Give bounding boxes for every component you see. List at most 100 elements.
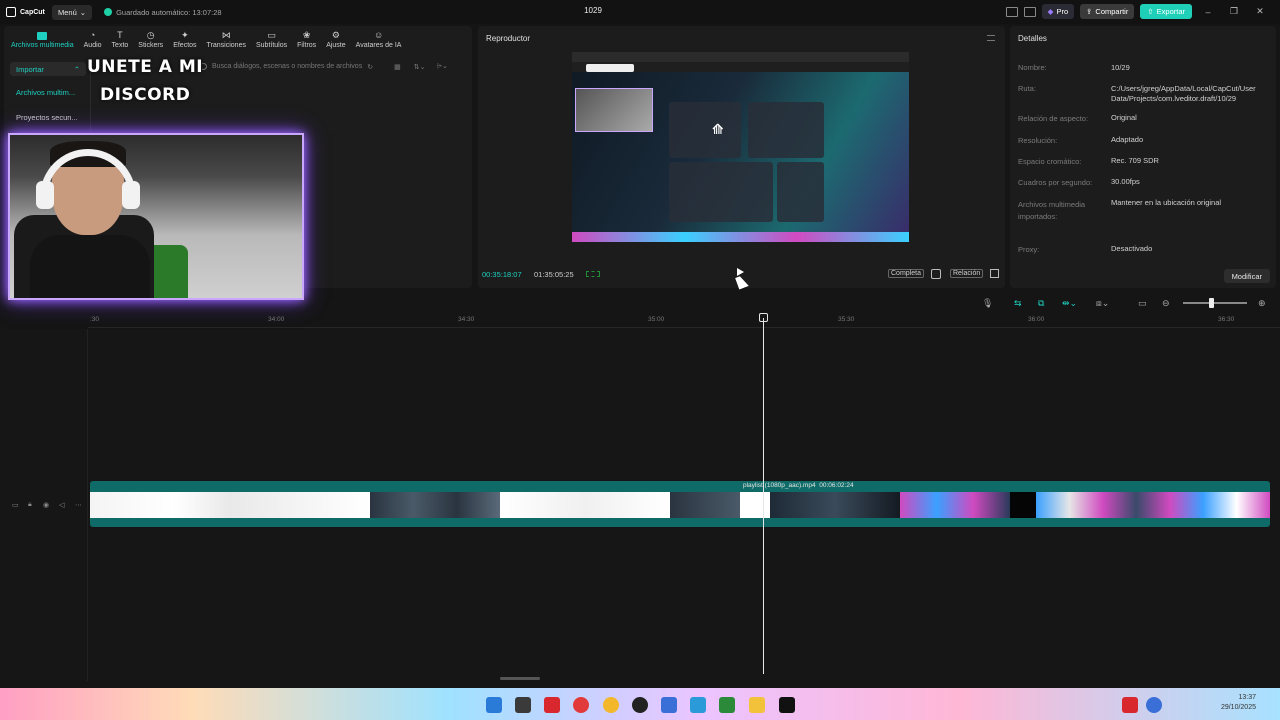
- full-quality-button[interactable]: Completa: [888, 269, 924, 278]
- filter-icon[interactable]: ⩥⌄: [436, 62, 447, 71]
- zoom-out-icon[interactable]: ⊖: [1162, 298, 1172, 308]
- detail-value: 10/29: [1111, 63, 1130, 72]
- pro-button[interactable]: ◆ Pro: [1041, 4, 1075, 19]
- fullscreen-icon[interactable]: [990, 269, 999, 278]
- preview-webcam: [575, 88, 653, 132]
- tab-filters[interactable]: ❀ Filtros: [292, 26, 321, 54]
- refresh-icon[interactable]: ↻: [367, 63, 373, 71]
- cover-icon[interactable]: ▭: [12, 501, 19, 509]
- app-icon[interactable]: [515, 697, 531, 713]
- snap-icon[interactable]: ⧉: [1038, 298, 1048, 308]
- menu-label: Menú: [58, 7, 77, 17]
- lock-icon[interactable]: 🔒︎: [28, 501, 32, 509]
- capcut-icon[interactable]: [779, 697, 795, 713]
- sidebar-item-media[interactable]: Archivos multim...: [10, 84, 86, 101]
- pro-label: Pro: [1056, 7, 1069, 16]
- menu-button[interactable]: Menú ⌄: [52, 4, 93, 20]
- crop-icon[interactable]: [931, 269, 941, 279]
- chrome-icon[interactable]: [603, 697, 619, 713]
- import-label: Importar: [16, 64, 44, 74]
- hamburger-menu-icon[interactable]: [987, 35, 995, 41]
- file-explorer-icon[interactable]: [749, 697, 765, 713]
- zoom-in-icon[interactable]: ⊕: [1258, 298, 1268, 308]
- obs-icon[interactable]: [632, 697, 648, 713]
- clip-frame: [900, 492, 1010, 518]
- grid-view-icon[interactable]: ▦: [394, 63, 401, 71]
- tab-label: Efectos: [173, 42, 197, 49]
- autosave-label: Guardado automático: 13:07:28: [116, 7, 222, 17]
- player-panel: Reproductor ⟰ 00:35:18:07 01:35:05:25 Co…: [478, 26, 1005, 290]
- windows-start-icon[interactable]: [486, 697, 502, 713]
- tab-text[interactable]: T Texto: [107, 26, 134, 54]
- maximize-icon[interactable]: ❐: [1224, 6, 1244, 17]
- app-icon[interactable]: [544, 697, 560, 713]
- tab-subtitles[interactable]: ▭ Subtítulos: [251, 26, 292, 54]
- clip-name: playlist (1080p_aac).mp4: [743, 482, 816, 489]
- tab-effects[interactable]: ✦ Efectos: [168, 26, 201, 54]
- timeline-ruler[interactable]: :30 34:00 34:30 35:00 35:30 36:00 36:30: [88, 314, 1280, 328]
- preview-browser-bar: [572, 52, 909, 62]
- search-bar[interactable]: Busca diálogos, escenas o nombres de arc…: [200, 62, 448, 71]
- detail-value: Mantener en la ubicación original: [1111, 198, 1222, 207]
- share-button[interactable]: ⇪ Compartir: [1080, 4, 1135, 19]
- video-preview[interactable]: ⟰: [572, 52, 909, 242]
- adjust-icon: ⚙: [331, 30, 340, 40]
- sort-icon[interactable]: ⇅⌄: [414, 63, 426, 71]
- ruler-label: 35:30: [838, 316, 855, 323]
- video-clip[interactable]: [90, 481, 1270, 527]
- photos-icon[interactable]: [690, 697, 706, 713]
- fc-logo-icon: ⟰: [712, 122, 724, 138]
- tray-icon[interactable]: [1146, 697, 1162, 713]
- split-icon[interactable]: ⧈⌄: [1096, 298, 1109, 308]
- layout-icon[interactable]: [1005, 6, 1018, 17]
- app-icon[interactable]: [573, 697, 589, 713]
- import-button[interactable]: Importar ⌃: [10, 62, 86, 76]
- shortcuts-icon[interactable]: [1023, 6, 1036, 17]
- speaker-icon[interactable]: ◁: [59, 501, 64, 509]
- preview-bottom-strip: [572, 232, 909, 242]
- timeline-scrollbar[interactable]: [500, 677, 540, 680]
- autosave-status: Guardado automático: 13:07:28: [104, 8, 222, 17]
- tab-audio[interactable]: ◔ Audio: [79, 26, 107, 54]
- effects-icon: ✦: [181, 30, 189, 40]
- avatar-icon: ☺: [373, 30, 384, 40]
- zoom-slider[interactable]: [1183, 302, 1247, 304]
- preview-axis-icon[interactable]: ⇹⌄: [1062, 298, 1077, 308]
- clip-frame: [740, 492, 770, 518]
- link-icon[interactable]: ⇆: [1014, 298, 1024, 308]
- tab-label: Filtros: [297, 42, 317, 49]
- tab-ai-avatars[interactable]: ☺ Avatares de IA: [351, 26, 407, 54]
- minimize-icon[interactable]: –: [1198, 7, 1218, 17]
- tab-media[interactable]: Archivos multimedia: [6, 26, 79, 54]
- playhead[interactable]: [763, 318, 764, 674]
- app-icon[interactable]: [661, 697, 677, 713]
- eye-icon[interactable]: ◉: [43, 501, 49, 509]
- microphone-icon[interactable]: 🎙: [982, 298, 993, 308]
- search-input[interactable]: Busca diálogos, escenas o nombres de arc…: [212, 63, 362, 70]
- tab-transitions[interactable]: ⋈ Transiciones: [202, 26, 251, 54]
- tray-icon[interactable]: [1122, 697, 1138, 713]
- tab-adjust[interactable]: ⚙ Ajuste: [321, 26, 350, 54]
- tab-label: Audio: [83, 42, 102, 49]
- detail-value: Adaptado: [1111, 135, 1144, 144]
- clip-frame: [1036, 492, 1270, 518]
- ratio-button[interactable]: Relación: [950, 269, 984, 278]
- tab-stickers[interactable]: ◷ Stickers: [133, 26, 168, 54]
- more-icon[interactable]: ⋯: [75, 501, 82, 509]
- diamond-icon: ◆: [1047, 7, 1054, 16]
- zoom-slider-handle[interactable]: [1209, 298, 1214, 308]
- tab-label: Archivos multimedia: [11, 41, 74, 49]
- modify-button[interactable]: Modificar: [1223, 269, 1270, 283]
- current-time: 00:35:18:07: [482, 270, 522, 279]
- close-icon[interactable]: ✕: [1250, 6, 1270, 17]
- sidebar-item-subprojects[interactable]: Proyectos secun...: [10, 109, 86, 126]
- detail-label: Archivos multimedia importados:: [1018, 200, 1086, 221]
- ruler-label: 35:00: [648, 316, 665, 323]
- taskbar-clock[interactable]: 13:37 29/10/2025: [1221, 693, 1256, 713]
- captions-icon[interactable]: ▭: [1138, 298, 1148, 308]
- preview-card: [777, 162, 824, 222]
- clock-time: 13:37: [1238, 694, 1256, 701]
- app-icon[interactable]: [719, 697, 735, 713]
- export-button[interactable]: ⇧ Exportar: [1140, 4, 1192, 19]
- player-title: Reproductor: [486, 34, 531, 43]
